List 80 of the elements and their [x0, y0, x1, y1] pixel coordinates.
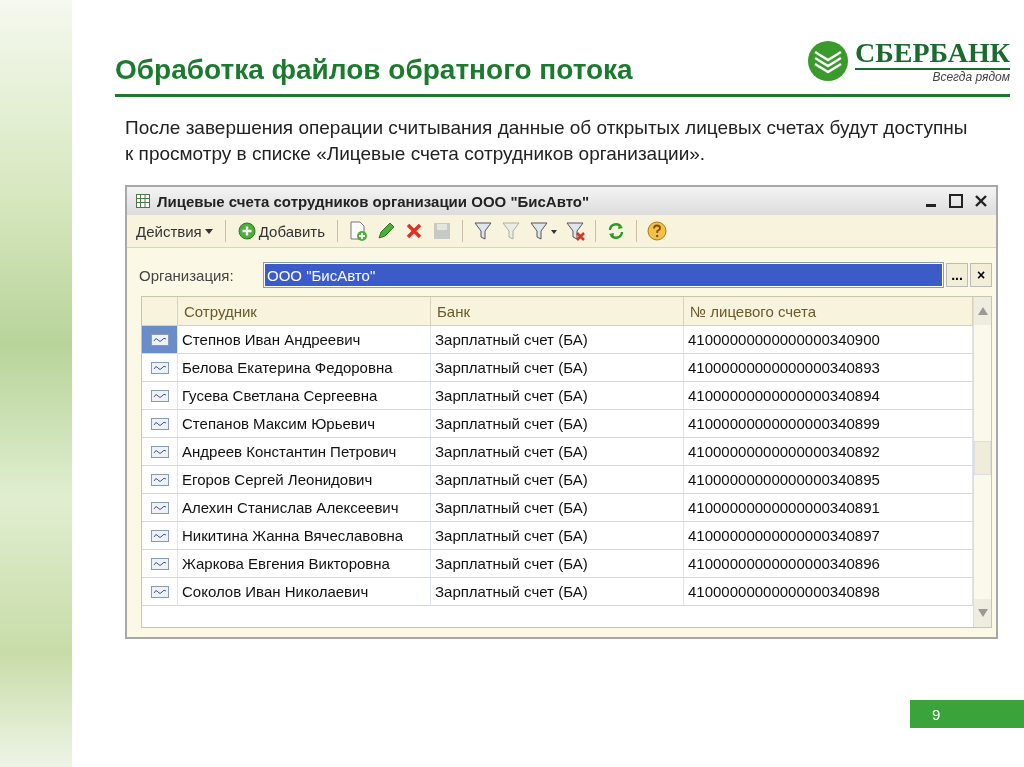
record-icon	[150, 473, 169, 486]
table-icon	[135, 193, 151, 210]
row-marker[interactable]	[142, 466, 178, 495]
table-cell: Зарплатный счет (БА)	[431, 522, 684, 551]
record-icon	[150, 445, 169, 458]
table-cell: Гусева Светлана Сергеевна	[178, 382, 431, 411]
table-cell: Алехин Станислав Алексеевич	[178, 494, 431, 523]
table-cell: Степнов Иван Андреевич	[178, 326, 431, 355]
close-icon[interactable]	[974, 194, 988, 209]
table-cell: Жаркова Евгения Викторовна	[178, 550, 431, 579]
logo-tagline: Всегда рядом	[931, 70, 1010, 85]
table-cell: 41000000000000000340897	[684, 522, 973, 551]
scrollbar[interactable]	[973, 297, 991, 628]
maximize-icon[interactable]	[948, 193, 964, 210]
table-cell: 41000000000000000340899	[684, 410, 973, 439]
window-title: Лицевые счета сотрудников организации ООО "БисАвто"	[157, 192, 591, 210]
organization-label: Организация:	[139, 266, 235, 284]
record-icon	[150, 361, 169, 374]
table-cell: Зарплатный счет (БА)	[431, 438, 684, 467]
table-cell: 41000000000000000340895	[684, 466, 973, 495]
row-marker[interactable]	[142, 354, 178, 383]
table-cell: Егоров Сергей Леонидович	[178, 466, 431, 495]
table-cell: Степанов Максим Юрьевич	[178, 410, 431, 439]
help-icon[interactable]	[646, 220, 669, 243]
table-cell: Зарплатный счет (БА)	[431, 466, 684, 495]
table-cell: 41000000000000000340896	[684, 550, 973, 579]
page-number: 9	[910, 700, 1024, 728]
slide-title: Обработка файлов обратного потока	[115, 54, 633, 86]
table-cell: 41000000000000000340900	[684, 326, 973, 355]
record-icon	[150, 529, 169, 542]
scroll-down-icon[interactable]	[977, 609, 988, 618]
record-icon	[150, 557, 169, 570]
logo-name: СБЕРБАНК	[855, 37, 1010, 71]
row-marker[interactable]	[142, 438, 178, 467]
row-marker[interactable]	[142, 494, 178, 523]
table-cell: Никитина Жанна Вячеславовна	[178, 522, 431, 551]
table-cell: Зарплатный счет (БА)	[431, 382, 684, 411]
scroll-up-icon[interactable]	[977, 307, 988, 316]
row-marker[interactable]	[142, 410, 178, 439]
table-cell: Соколов Иван Николаевич	[178, 578, 431, 607]
record-icon	[150, 333, 169, 346]
document-plus-icon[interactable]	[347, 220, 370, 243]
row-marker[interactable]	[142, 326, 178, 355]
table-cell: 41000000000000000340894	[684, 382, 973, 411]
record-icon	[150, 501, 169, 514]
logo-icon	[807, 40, 850, 82]
column-header[interactable]: № лицевого счета	[684, 297, 973, 327]
table-cell: 41000000000000000340898	[684, 578, 973, 607]
column-header[interactable]: Банк	[431, 297, 684, 327]
record-icon	[150, 417, 169, 430]
record-icon	[150, 389, 169, 402]
row-marker[interactable]	[142, 382, 178, 411]
table-cell: Зарплатный счет (БА)	[431, 354, 684, 383]
slide-paragraph: После завершения операции считывания данные об открытых лицевых счетах будут доступны к просмотру в списке «Лицевые счета сотрудников организации».	[125, 116, 969, 167]
clear-button[interactable]: ×	[970, 263, 992, 288]
table-cell: 41000000000000000340893	[684, 354, 973, 383]
table-cell: Зарплатный счет (БА)	[431, 578, 684, 607]
table-cell: Белова Екатерина Федоровна	[178, 354, 431, 383]
scroll-thumb[interactable]	[974, 441, 991, 476]
select-button[interactable]: ...	[946, 263, 968, 288]
organization-field[interactable]: ООО "БисАвто"	[263, 262, 944, 289]
actions-menu-button[interactable]: Действия	[133, 220, 216, 242]
table-cell: Зарплатный счет (БА)	[431, 494, 684, 523]
filter-clear-icon[interactable]	[564, 220, 587, 243]
row-marker[interactable]	[142, 578, 178, 607]
table-cell: Андреев Константин Петрович	[178, 438, 431, 467]
row-marker[interactable]	[142, 550, 178, 579]
table-cell: Зарплатный счет (БА)	[431, 550, 684, 579]
record-icon	[150, 585, 169, 598]
filter-icon[interactable]	[472, 220, 495, 243]
table-cell: Зарплатный счет (БА)	[431, 326, 684, 355]
filter-dropdown-icon[interactable]	[528, 220, 559, 243]
table-cell: 41000000000000000340892	[684, 438, 973, 467]
plus-icon	[237, 222, 256, 241]
table-cell: Зарплатный счет (БА)	[431, 410, 684, 439]
add-button[interactable]: Добавить	[234, 220, 329, 243]
row-marker[interactable]	[142, 522, 178, 551]
column-header[interactable]: Сотрудник	[178, 297, 431, 327]
caret-icon	[204, 228, 213, 234]
table-cell: 41000000000000000340891	[684, 494, 973, 523]
